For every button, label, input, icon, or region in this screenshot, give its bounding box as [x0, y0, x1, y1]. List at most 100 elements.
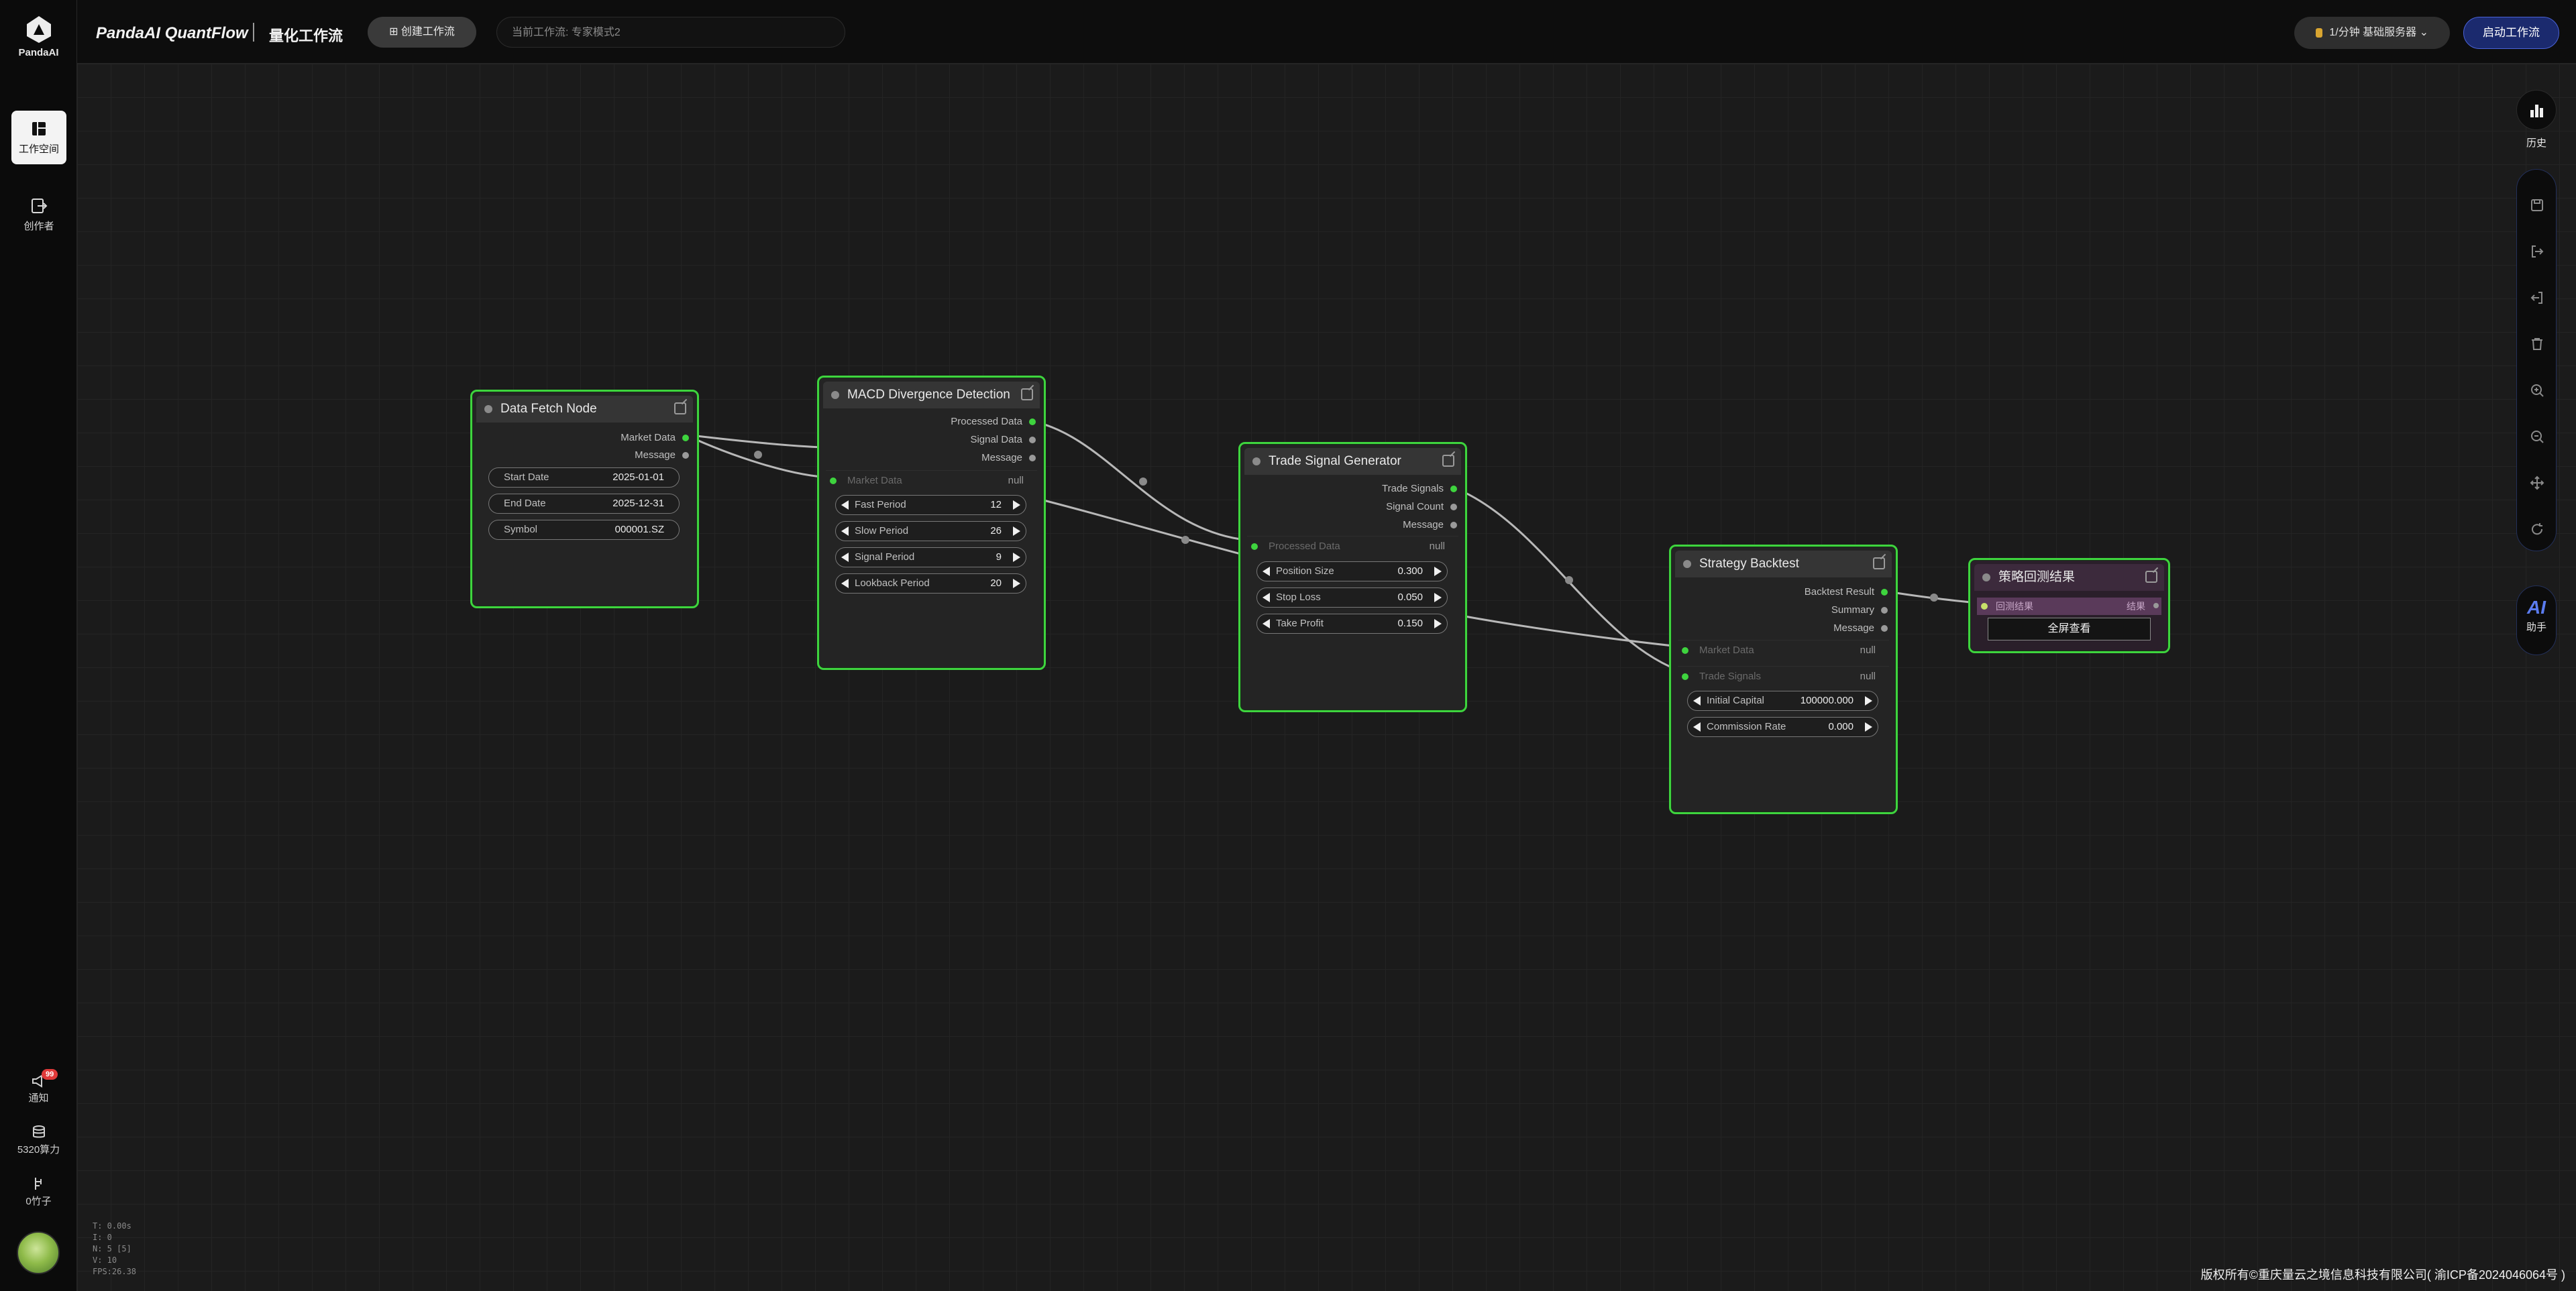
increment-arrow-icon[interactable] — [1013, 553, 1020, 562]
increment-arrow-icon[interactable] — [1013, 579, 1020, 588]
edit-icon[interactable] — [1021, 388, 1033, 400]
commission-rate-stepper[interactable]: Commission Rate 0.000 — [1687, 717, 1878, 737]
input-port[interactable] — [1981, 603, 1988, 610]
output-backtest-result[interactable]: Backtest Result — [1805, 585, 1888, 600]
output-port[interactable] — [1881, 607, 1888, 614]
output-port[interactable] — [1029, 455, 1036, 461]
node-header[interactable]: Strategy Backtest — [1675, 551, 1892, 577]
end-date-field[interactable]: End Date 2025-12-31 — [488, 494, 680, 514]
input-market-data[interactable]: Market Data null — [1678, 640, 1889, 660]
sidebar-item-workspace[interactable]: 工作空间 — [11, 111, 66, 164]
input-port[interactable] — [830, 478, 837, 484]
output-processed-data[interactable]: Processed Data — [951, 414, 1036, 429]
current-workflow-field[interactable]: 当前工作流: 专家模式2 — [496, 17, 845, 48]
node-macd-divergence[interactable]: MACD Divergence Detection Processed Data… — [817, 376, 1046, 670]
output-port[interactable] — [1450, 504, 1457, 510]
decrement-arrow-icon[interactable] — [841, 526, 849, 536]
node-header[interactable]: Trade Signal Generator — [1244, 448, 1461, 475]
edit-icon[interactable] — [674, 402, 686, 414]
decrement-arrow-icon[interactable] — [1263, 619, 1270, 628]
output-port[interactable] — [1450, 486, 1457, 492]
decrement-arrow-icon[interactable] — [841, 500, 849, 510]
slow-period-stepper[interactable]: Slow Period 26 — [835, 521, 1026, 541]
increment-arrow-icon[interactable] — [1865, 722, 1872, 732]
input-processed-data[interactable]: Processed Data null — [1247, 536, 1458, 556]
node-header[interactable]: Data Fetch Node — [476, 396, 693, 423]
save-button[interactable] — [2517, 191, 2557, 218]
edit-icon[interactable] — [1873, 557, 1885, 569]
zoom-out-button[interactable] — [2517, 423, 2557, 449]
refresh-button[interactable] — [2517, 515, 2557, 542]
decrement-arrow-icon[interactable] — [1693, 696, 1701, 706]
start-date-field[interactable]: Start Date 2025-01-01 — [488, 467, 680, 488]
increment-arrow-icon[interactable] — [1013, 500, 1020, 510]
symbol-field[interactable]: Symbol 000001.SZ — [488, 520, 680, 540]
take-profit-stepper[interactable]: Take Profit 0.150 — [1256, 614, 1448, 634]
output-port[interactable] — [682, 452, 689, 459]
node-header[interactable]: 策略回测结果 — [1974, 564, 2164, 591]
output-market-data[interactable]: Market Data — [621, 431, 689, 445]
output-signal-count[interactable]: Signal Count — [1386, 500, 1457, 514]
increment-arrow-icon[interactable] — [1013, 526, 1020, 536]
user-avatar[interactable] — [17, 1231, 60, 1274]
output-message[interactable]: Message — [1403, 518, 1457, 532]
output-port[interactable] — [1881, 625, 1888, 632]
output-summary[interactable]: Summary — [1831, 603, 1888, 618]
history-button[interactable] — [2516, 90, 2557, 130]
node-data-fetch[interactable]: Data Fetch Node Market Data Message Star… — [470, 390, 699, 608]
input-trade-signals[interactable]: Trade Signals null — [1678, 666, 1889, 686]
input-port[interactable] — [1682, 647, 1688, 654]
increment-arrow-icon[interactable] — [1434, 619, 1442, 628]
output-signal-data[interactable]: Signal Data — [970, 433, 1036, 447]
sidebar-item-creator[interactable]: 创作者 — [11, 188, 66, 241]
output-port[interactable] — [1881, 589, 1888, 596]
output-message[interactable]: Message — [1833, 621, 1888, 636]
create-workflow-button[interactable]: ⊞ 创建工作流 — [368, 17, 476, 48]
move-button[interactable] — [2517, 469, 2557, 496]
fullscreen-view-button[interactable]: 全屏查看 — [1988, 618, 2151, 640]
output-message[interactable]: Message — [635, 448, 689, 463]
edit-icon[interactable] — [2145, 571, 2157, 583]
server-selector[interactable]: 1/分钟 基础服务器 ⌄ — [2294, 17, 2450, 49]
node-trade-signal-generator[interactable]: Trade Signal Generator Trade Signals Sig… — [1238, 442, 1467, 712]
sidebar-factors[interactable]: 0竹子 — [0, 1176, 77, 1208]
decrement-arrow-icon[interactable] — [1263, 567, 1270, 576]
output-port[interactable] — [2153, 603, 2159, 608]
initial-capital-stepper[interactable]: Initial Capital 100000.000 — [1687, 691, 1878, 711]
input-market-data[interactable]: Market Data null — [826, 470, 1037, 490]
position-size-stepper[interactable]: Position Size 0.300 — [1256, 561, 1448, 581]
fast-period-stepper[interactable]: Fast Period 12 — [835, 495, 1026, 515]
signal-period-stepper[interactable]: Signal Period 9 — [835, 547, 1026, 567]
sidebar-compute[interactable]: 5320算力 — [0, 1125, 77, 1156]
output-trade-signals[interactable]: Trade Signals — [1382, 482, 1457, 496]
sidebar-notifications[interactable]: 99 通知 — [0, 1069, 77, 1105]
decrement-arrow-icon[interactable] — [841, 579, 849, 588]
increment-arrow-icon[interactable] — [1865, 696, 1872, 706]
lookback-period-stepper[interactable]: Lookback Period 20 — [835, 573, 1026, 594]
input-port[interactable] — [1682, 673, 1688, 680]
decrement-arrow-icon[interactable] — [1263, 593, 1270, 602]
decrement-arrow-icon[interactable] — [1693, 722, 1701, 732]
start-workflow-button[interactable]: 启动工作流 — [2463, 17, 2559, 49]
input-backtest-result[interactable]: 回测结果 结果 — [1977, 598, 2161, 615]
edit-icon[interactable] — [1442, 455, 1454, 467]
output-port[interactable] — [1029, 437, 1036, 443]
delete-button[interactable] — [2517, 330, 2557, 357]
export-button[interactable] — [2517, 237, 2557, 264]
input-port[interactable] — [1251, 543, 1258, 550]
brand-logo[interactable]: PandaAI — [0, 15, 77, 58]
node-strategy-result[interactable]: 策略回测结果 回测结果 结果 全屏查看 — [1968, 558, 2170, 653]
output-port[interactable] — [682, 435, 689, 441]
zoom-in-button[interactable] — [2517, 376, 2557, 403]
ai-assistant-button[interactable]: AI 助手 — [2516, 585, 2557, 655]
import-button[interactable] — [2517, 284, 2557, 311]
node-strategy-backtest[interactable]: Strategy Backtest Backtest Result Summar… — [1669, 545, 1898, 814]
node-header[interactable]: MACD Divergence Detection — [823, 382, 1040, 408]
increment-arrow-icon[interactable] — [1434, 593, 1442, 602]
output-port[interactable] — [1450, 522, 1457, 528]
decrement-arrow-icon[interactable] — [841, 553, 849, 562]
output-port[interactable] — [1029, 418, 1036, 425]
increment-arrow-icon[interactable] — [1434, 567, 1442, 576]
output-message[interactable]: Message — [981, 451, 1036, 465]
stop-loss-stepper[interactable]: Stop Loss 0.050 — [1256, 587, 1448, 608]
